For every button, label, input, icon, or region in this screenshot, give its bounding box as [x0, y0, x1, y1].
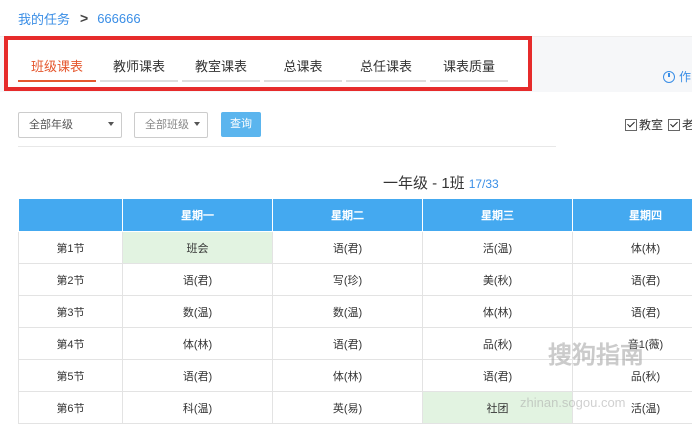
lesson-cell[interactable]: 语(君) — [572, 295, 692, 328]
lesson-cell[interactable]: 写(珍) — [272, 263, 423, 296]
option-teacher-checkbox[interactable]: 老 — [668, 116, 692, 133]
checkbox-checked-icon — [625, 118, 637, 131]
header-tuesday: 星期二 — [272, 198, 423, 232]
period-label: 第2节 — [18, 263, 123, 296]
lesson-cell[interactable]: 语(君) — [272, 327, 423, 360]
lesson-cell[interactable]: 英(易) — [272, 391, 423, 424]
breadcrumb: 我的任务 > 666666 — [0, 0, 692, 37]
query-button[interactable]: 查询 — [221, 112, 261, 137]
option-teacher-label: 老 — [682, 118, 692, 132]
class-select-value: 全部班级 — [145, 119, 189, 131]
timetable-title: 一年级 - 1班 17/33 — [383, 172, 499, 193]
checkbox-checked-icon — [668, 118, 680, 131]
lesson-cell[interactable]: 美(秋) — [422, 263, 573, 296]
header-thursday: 星期四 — [572, 198, 692, 232]
lesson-cell[interactable]: 数(温) — [272, 295, 423, 328]
lesson-cell[interactable]: 语(君) — [272, 231, 423, 264]
tab-classroom-schedule[interactable]: 教室课表 — [182, 58, 260, 82]
lesson-cell[interactable]: 班会 — [122, 231, 273, 264]
lesson-cell[interactable]: 体(林) — [572, 231, 692, 264]
breadcrumb-root-link[interactable]: 我的任务 — [18, 9, 70, 28]
grade-select-value: 全部年级 — [29, 119, 73, 131]
option-classroom-label: 教室 — [639, 118, 664, 132]
lesson-cell[interactable]: 体(林) — [422, 295, 573, 328]
timetable-class-name: 一年级 - 1班 — [383, 175, 465, 192]
lesson-cell[interactable]: 体(林) — [122, 327, 273, 360]
clock-icon — [663, 71, 675, 83]
tab-master-schedule[interactable]: 总课表 — [264, 58, 342, 82]
chevron-right-icon: > — [80, 10, 89, 26]
timetable: 星期一 星期二 星期三 星期四 第1节 班会 语(君) 活(温) 体(林) 第2… — [18, 198, 692, 424]
period-label: 第4节 — [18, 327, 123, 360]
table-row: 第2节 语(君) 写(珍) 美(秋) 语(君) — [18, 263, 692, 296]
class-select[interactable]: 全部班级 — [134, 112, 208, 138]
lesson-cell[interactable]: 数(温) — [122, 295, 273, 328]
divider — [18, 146, 556, 147]
header-monday: 星期一 — [122, 198, 273, 232]
lesson-cell[interactable]: 活(温) — [422, 231, 573, 264]
lesson-cell[interactable]: 语(君) — [122, 263, 273, 296]
timetable-count: 17/33 — [468, 177, 499, 191]
tab-schedule-quality[interactable]: 课表质量 — [430, 58, 508, 82]
tab-teacher-schedule[interactable]: 教师课表 — [100, 58, 178, 82]
option-classroom-checkbox[interactable]: 教室 — [625, 116, 663, 133]
timetable-header-row: 星期一 星期二 星期三 星期四 — [18, 198, 692, 232]
caret-down-icon — [194, 122, 200, 126]
period-label: 第6节 — [18, 391, 123, 424]
caret-down-icon — [108, 122, 114, 126]
tab-class-schedule[interactable]: 班级课表 — [18, 58, 96, 82]
help-label: 作 — [679, 70, 692, 84]
lesson-cell[interactable]: 语(君) — [572, 263, 692, 296]
lesson-cell[interactable]: 科(温) — [122, 391, 273, 424]
lesson-cell[interactable]: 语(君) — [122, 359, 273, 392]
watermark-url: zhinan.sogou.com — [520, 395, 626, 410]
period-label: 第5节 — [18, 359, 123, 392]
tab-teaching-assignment[interactable]: 总任课表 — [346, 58, 426, 82]
header-wednesday: 星期三 — [422, 198, 573, 232]
grade-select[interactable]: 全部年级 — [18, 112, 122, 138]
period-label: 第1节 — [18, 231, 123, 264]
lesson-cell[interactable]: 体(林) — [272, 359, 423, 392]
table-row: 第3节 数(温) 数(温) 体(林) 语(君) — [18, 295, 692, 328]
header-corner — [18, 198, 123, 232]
breadcrumb-current[interactable]: 666666 — [97, 11, 140, 26]
watermark-logo: 搜狗指南 — [548, 342, 644, 369]
table-row: 第1节 班会 语(君) 活(温) 体(林) — [18, 231, 692, 264]
help-link[interactable]: 作 — [663, 68, 691, 85]
period-label: 第3节 — [18, 295, 123, 328]
